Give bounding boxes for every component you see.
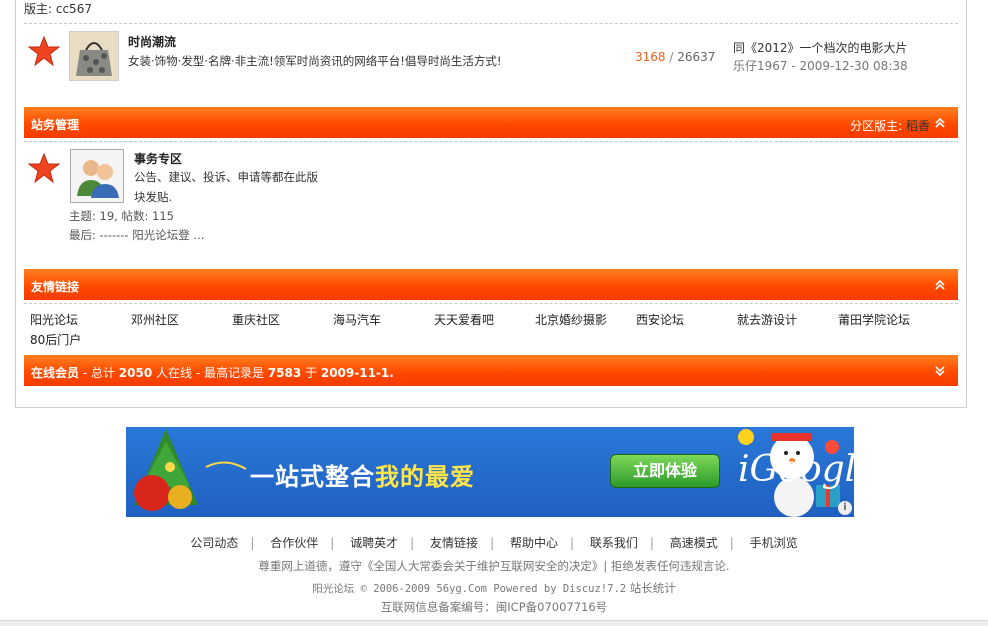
online-text-1: - 总计: [79, 366, 119, 380]
banner-slogan-b: 我的最爱: [375, 463, 475, 491]
online-record: 7583: [267, 366, 302, 380]
moderator-name[interactable]: 稻香: [906, 119, 930, 133]
banner-slogan: 一站式整合我的最爱: [250, 457, 475, 492]
today-posts: 3168: [635, 50, 666, 64]
stats-link[interactable]: 站长统计: [630, 581, 676, 595]
footer-link[interactable]: 联系我们: [590, 536, 638, 550]
friend-link[interactable]: 就去游设计: [737, 311, 797, 328]
forum-description: 女装·饰物·发型·名牌·非主流!领军时尚资讯的网络平台!倡导时尚生活方式!: [128, 54, 502, 68]
online-label[interactable]: 在线会员: [31, 366, 79, 380]
friend-link[interactable]: 海马汽车: [333, 311, 381, 328]
section-title[interactable]: 站务管理: [31, 116, 79, 133]
moderator-label: 分区版主:: [850, 119, 903, 133]
footer-link[interactable]: 友情链接: [430, 536, 478, 550]
copyright-text: 阳光论坛 © 2006-2009 56yg.Com Powered by Dis…: [312, 583, 627, 595]
stats-separator: /: [669, 50, 674, 64]
forum-stats: 主题: 19, 帖数: 115: [69, 209, 174, 223]
section-header-links: 友情链接: [24, 269, 958, 300]
footer-copyright: 阳光论坛 © 2006-2009 56yg.Com Powered by Dis…: [0, 580, 988, 596]
forum-avatar[interactable]: [70, 149, 124, 203]
footer-notice: 尊重网上道德，遵守《全国人大常委会关于维护互联网安全的决定》| 拒绝发表任何违规…: [258, 559, 730, 573]
footer-nav: 公司动态 | 合作伙伴 | 诚聘英才 | 友情链接 | 帮助中心 | 联系我们 | 高速模式…: [0, 534, 988, 551]
nav-separator: |: [410, 536, 415, 550]
forum-title[interactable]: 时尚潮流: [128, 33, 176, 50]
footer-link[interactable]: 诚聘英才: [350, 536, 398, 550]
banner-slogan-a: 一站式整合: [250, 463, 375, 491]
forum-last-post[interactable]: 最后: ------- 阳光论坛登 ...: [69, 227, 204, 243]
section-header-admin: 站务管理 分区版主: 稻香: [24, 107, 958, 138]
try-now-button[interactable]: 立即体验: [610, 454, 720, 488]
footer-icp[interactable]: 互联网信息备案编号：闽ICP备07007716号: [0, 599, 988, 615]
footer-link[interactable]: 帮助中心: [510, 536, 558, 550]
friend-link[interactable]: 重庆社区: [232, 311, 280, 328]
online-total: 2050: [118, 366, 153, 380]
online-text-3: 于: [301, 366, 321, 380]
chevron-up-double-icon[interactable]: [934, 279, 946, 291]
divider: [24, 23, 958, 24]
last-post-title[interactable]: 同《2012》一个档次的电影大片: [733, 39, 908, 57]
footer-link[interactable]: 公司动态: [190, 536, 238, 550]
browser-status-bar: [0, 620, 988, 626]
forum-description-line2: 块发贴.: [134, 190, 173, 204]
star-icon: [28, 35, 60, 67]
nav-separator: |: [490, 536, 495, 550]
divider: [24, 141, 958, 142]
nav-separator: |: [250, 536, 255, 550]
nav-separator: |: [569, 536, 574, 550]
footer-link[interactable]: 手机浏览: [750, 536, 798, 550]
friend-link[interactable]: 阳光论坛: [30, 311, 78, 328]
online-summary: 在线会员 - 总计 2050 人在线 - 最高记录是 7583 于 2009-1…: [31, 364, 394, 381]
forum-thumbnail[interactable]: [69, 31, 119, 81]
forum-stats: 3168 / 26637: [635, 50, 715, 64]
friend-link[interactable]: 莆田学院论坛: [838, 311, 910, 328]
footer-link[interactable]: 合作伙伴: [270, 536, 318, 550]
total-posts: 26637: [677, 50, 716, 64]
online-record-date: 2009-11-1.: [320, 366, 394, 380]
online-text-2: 人在线 - 最高记录是: [152, 366, 268, 380]
forum-description-line1: 公告、建议、投诉、申请等都在此版: [134, 170, 318, 184]
section-title: 友情链接: [31, 280, 80, 294]
last-post-meta[interactable]: 乐仔1967 - 2009-12-30 08:38: [733, 57, 908, 75]
igoogle-banner[interactable]: 一站式整合我的最爱 立即体验 iGoogle i: [126, 427, 854, 517]
nav-separator: |: [330, 536, 335, 550]
star-icon: [28, 152, 60, 184]
section-moderators: 分区版主: 稻香: [850, 117, 930, 134]
moderator-line: 版主: cc567: [24, 2, 92, 16]
divider: [24, 303, 958, 304]
igoogle-logo: iGoogle: [738, 449, 854, 490]
nav-separator: |: [649, 536, 654, 550]
friend-link[interactable]: 天天爱看吧: [434, 311, 494, 328]
friend-link[interactable]: 邓州社区: [131, 311, 179, 328]
last-post: 同《2012》一个档次的电影大片 乐仔1967 - 2009-12-30 08:…: [733, 39, 908, 75]
section-header-online: 在线会员 - 总计 2050 人在线 - 最高记录是 7583 于 2009-1…: [24, 355, 958, 386]
footer-link[interactable]: 高速模式: [670, 536, 718, 550]
friend-link[interactable]: 北京婚纱摄影: [535, 311, 607, 328]
nav-separator: |: [729, 536, 734, 550]
friend-link[interactable]: 西安论坛: [636, 311, 684, 328]
chevron-down-double-icon[interactable]: [934, 365, 946, 377]
chevron-up-double-icon[interactable]: [934, 117, 946, 129]
friend-link[interactable]: 80后门户: [30, 331, 81, 348]
ad-info-icon[interactable]: i: [838, 501, 852, 515]
forum-title[interactable]: 事务专区: [134, 150, 182, 167]
